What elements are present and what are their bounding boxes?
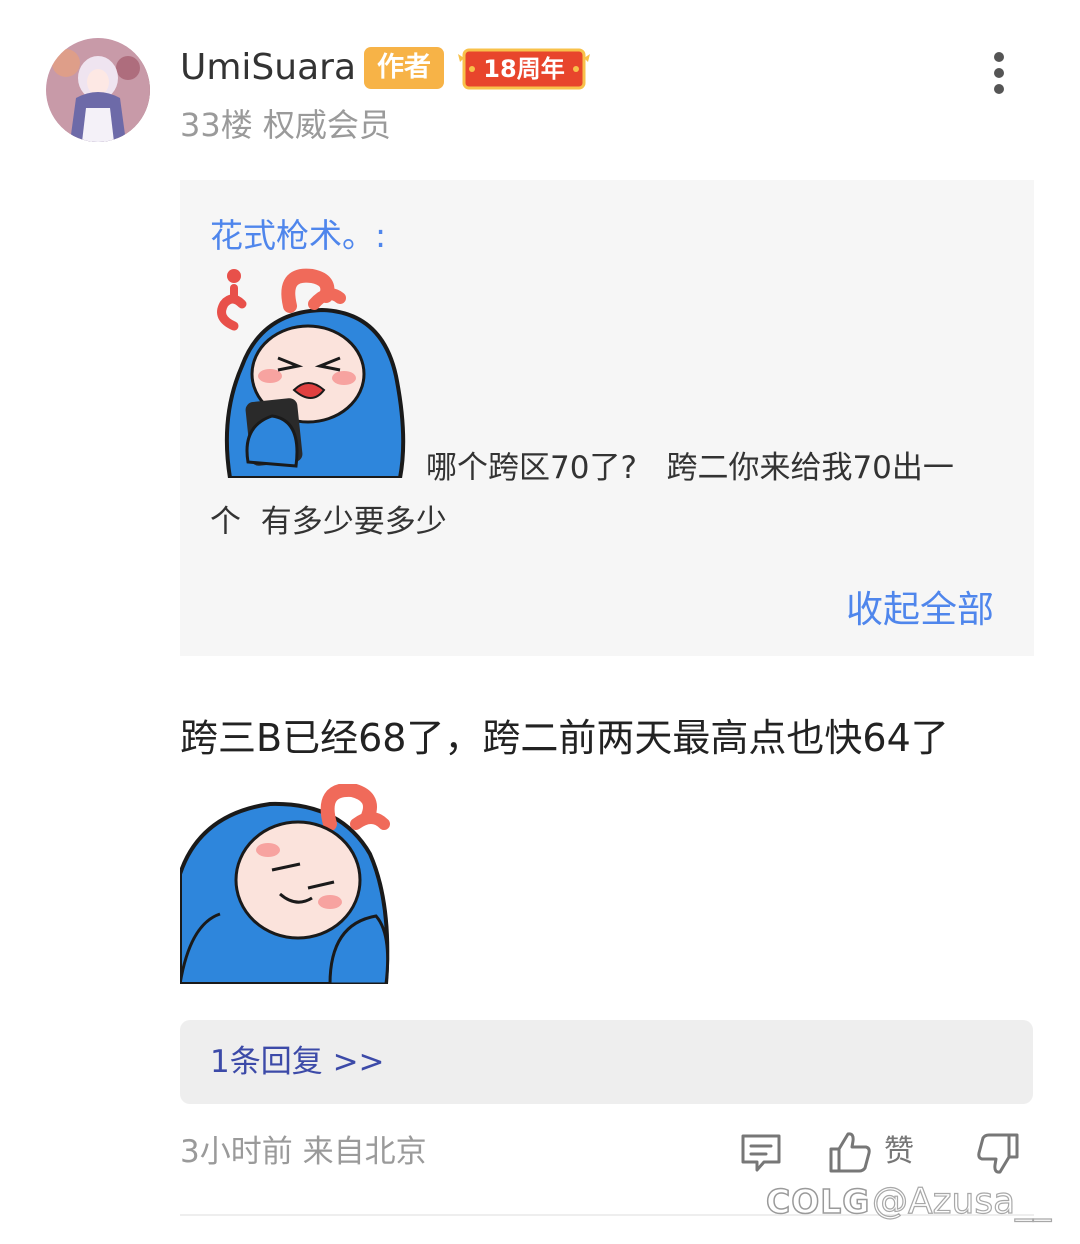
username[interactable]: UmiSuara [180, 44, 356, 92]
comment-text: 跨三B已经68了，跨二前两天最高点也快64了 [180, 716, 949, 760]
quote-text-line2: 个 有多少要多少 [210, 504, 447, 540]
quote-text-line1: 哪个跨区70了? 跨二你来给我70出一 [426, 450, 954, 486]
sticker-smug [180, 784, 390, 984]
watermark-handle: @Azusa__ [871, 1180, 1052, 1222]
collapse-all-button[interactable]: 收起全部 [846, 586, 994, 634]
thumbs-up-icon[interactable] [828, 1130, 872, 1174]
view-replies-link[interactable]: 1条回复 >> [210, 1040, 385, 1084]
more-vertical-icon[interactable] [984, 50, 1014, 96]
avatar[interactable] [46, 38, 150, 142]
time-and-location: 3小时前 来自北京 [180, 1134, 427, 1170]
comment-icon[interactable] [740, 1133, 782, 1173]
author-badge: 作者 [364, 47, 444, 89]
watermark-logo: COLG [765, 1181, 871, 1222]
floor-and-rank: 33楼 权威会员 [180, 106, 391, 144]
like-label[interactable]: 赞 [884, 1132, 914, 1172]
thumbs-down-icon[interactable] [976, 1132, 1020, 1176]
anniversary-badge: 18周年 [483, 55, 565, 83]
sticker-angry-phone [217, 268, 406, 478]
quote-author-link[interactable]: 花式枪术。: [210, 214, 386, 258]
